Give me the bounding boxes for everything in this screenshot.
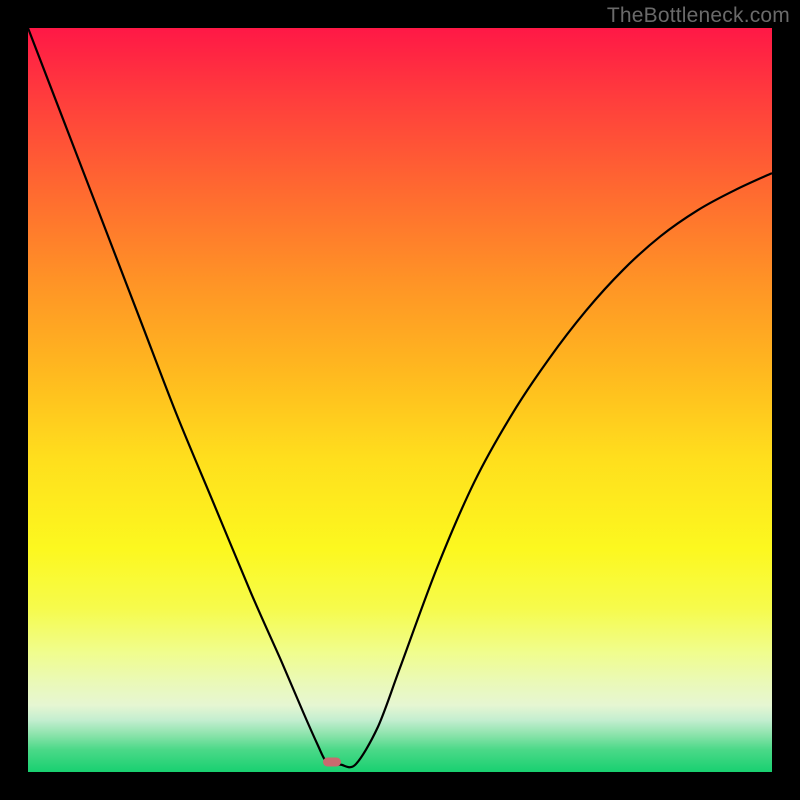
- plot-frame: [28, 28, 772, 772]
- optimal-point-marker: [323, 758, 341, 767]
- bottleneck-chart: [28, 28, 772, 772]
- bottleneck-curve: [28, 28, 772, 767]
- watermark-text: TheBottleneck.com: [607, 4, 790, 28]
